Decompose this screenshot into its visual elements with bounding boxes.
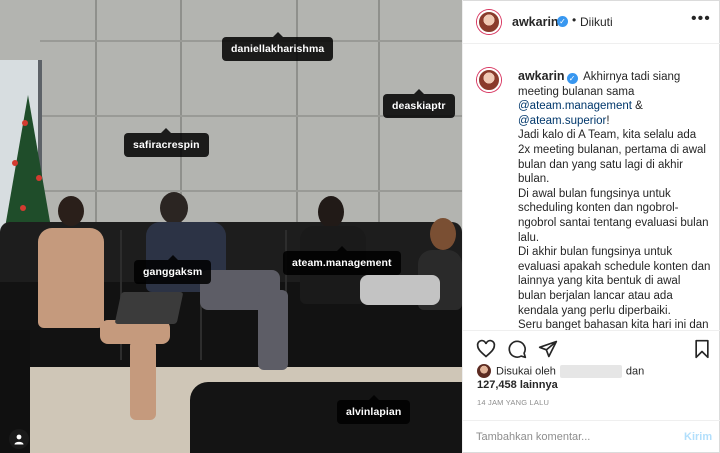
photo-tag[interactable]: safiracrespin bbox=[124, 128, 209, 157]
username-link[interactable]: awkarin bbox=[512, 15, 559, 29]
avatar[interactable] bbox=[477, 10, 501, 34]
action-bar bbox=[463, 330, 720, 366]
heart-icon[interactable] bbox=[476, 339, 496, 359]
photo-tag[interactable]: daniellakharishma bbox=[222, 32, 334, 61]
separator-dot: • bbox=[572, 13, 577, 27]
likes-suffix: dan bbox=[625, 365, 645, 378]
likes-line: Disukai oleh dan bbox=[496, 365, 644, 378]
liker-avatar[interactable] bbox=[477, 364, 491, 378]
caption-paragraph: Seru banget bahasan kita hari ini dan bbox=[518, 319, 709, 330]
caption-avatar[interactable] bbox=[477, 68, 501, 92]
more-options-icon[interactable]: ••• bbox=[691, 10, 711, 28]
post-timestamp[interactable]: 14 JAM YANG LALU bbox=[477, 398, 549, 407]
caption-username-link[interactable]: awkarin bbox=[518, 69, 565, 83]
wall-seam bbox=[40, 190, 462, 192]
mention-link[interactable]: @ateam.superior bbox=[518, 115, 606, 127]
verified-icon: ✓ bbox=[566, 73, 578, 84]
post-header: awkarin ✓ • Diikuti ••• bbox=[463, 0, 720, 44]
photo-tag[interactable]: deaskiaptr bbox=[383, 89, 455, 118]
share-icon[interactable] bbox=[538, 339, 558, 359]
post-sidebar: awkarin ✓ • Diikuti ••• awkarin ✓ Akhirny… bbox=[462, 0, 720, 453]
mention-link[interactable]: @ateam.management bbox=[518, 100, 632, 112]
bookmark-icon[interactable] bbox=[692, 339, 712, 359]
comment-input[interactable] bbox=[476, 431, 666, 443]
verified-icon: ✓ bbox=[557, 16, 568, 27]
photo-tag[interactable]: ganggaksm bbox=[134, 255, 212, 284]
likes-prefix: Disukai oleh bbox=[496, 365, 556, 378]
comment-box: Kirim bbox=[463, 420, 720, 453]
likes-count-link[interactable]: 127,458 lainnya bbox=[477, 379, 558, 391]
front-sofa bbox=[190, 382, 462, 453]
photo-tag[interactable]: alvinlapian bbox=[337, 395, 411, 424]
caption-paragraph: Di awal bulan fungsinya untuk scheduling… bbox=[518, 187, 709, 244]
caption: awkarin ✓ Akhirnya tadi siang meeting bul… bbox=[463, 60, 720, 330]
tree-ornament bbox=[36, 175, 42, 181]
post-photo[interactable]: daniellakharishma deaskiaptr safiracresp… bbox=[0, 0, 462, 453]
caption-paragraph: Di akhir bulan fungsinya untuk evaluasi … bbox=[518, 246, 711, 317]
post-comment-button[interactable]: Kirim bbox=[684, 431, 712, 443]
tree-ornament bbox=[20, 205, 26, 211]
liker-username-blurred[interactable] bbox=[559, 365, 622, 378]
follow-status-button[interactable]: Diikuti bbox=[580, 15, 613, 29]
photo-tag[interactable]: ateam.management bbox=[283, 246, 401, 275]
tree-ornament bbox=[12, 160, 18, 166]
caption-amp: & bbox=[631, 100, 643, 113]
comment-icon[interactable] bbox=[507, 339, 527, 359]
caption-text: awkarin ✓ Akhirnya tadi siang meeting bul… bbox=[518, 69, 711, 330]
tree-ornament bbox=[22, 120, 28, 126]
caption-paragraph: Jadi kalo di A Team, kita selalu ada 2x … bbox=[518, 129, 706, 186]
user-tag-icon[interactable] bbox=[9, 429, 29, 449]
caption-exclaim: ! bbox=[606, 114, 610, 127]
